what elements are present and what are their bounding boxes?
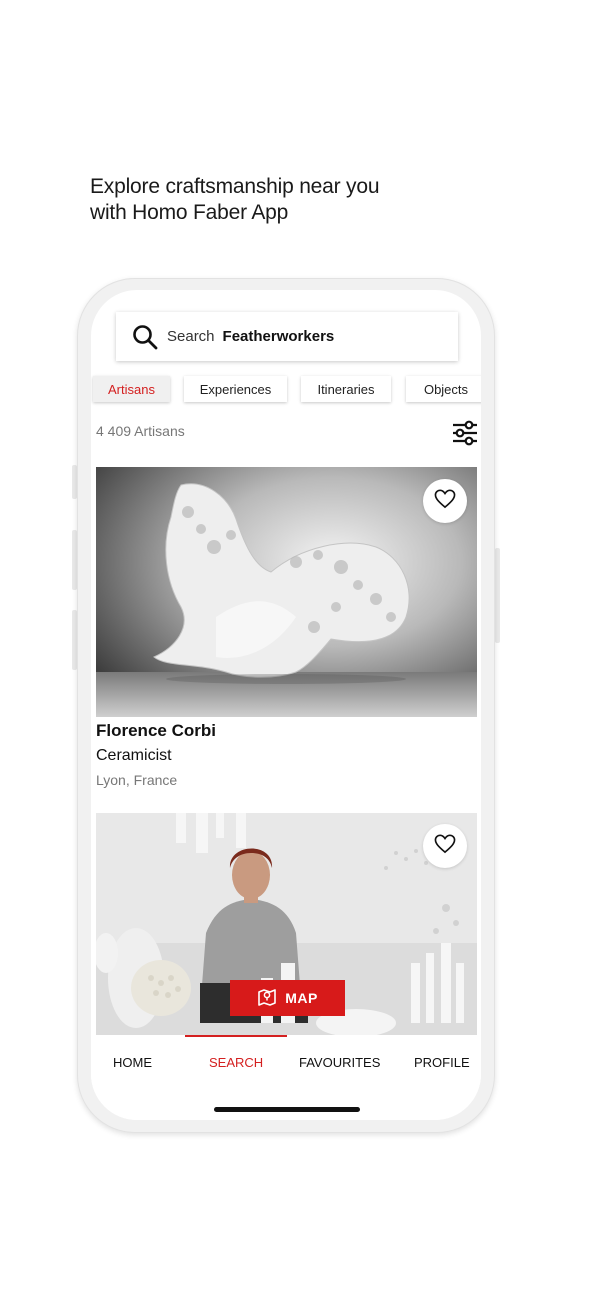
promo-headline: Explore craftsmanship near you with Homo… [90, 174, 410, 226]
artisan-craft: Ceramicist [96, 747, 172, 764]
bottom-navigation: HOME SEARCH FAVOURITES PROFILE [91, 1035, 481, 1120]
filter-icon[interactable] [451, 420, 479, 446]
nav-profile[interactable]: PROFILE [414, 1055, 470, 1070]
home-indicator[interactable] [214, 1107, 360, 1112]
tab-artisans[interactable]: Artisans [93, 376, 170, 402]
tab-experiences[interactable]: Experiences [184, 376, 287, 402]
category-tabs: Artisans Experiences Itineraries Objects [93, 376, 481, 402]
app-screen: Search Featherworkers Artisans Experienc… [91, 290, 481, 1120]
headline-line-1: Explore craftsmanship near you [90, 175, 380, 198]
map-pin-icon [257, 987, 285, 1010]
heart-icon [434, 489, 456, 514]
headline-line-2: with Homo Faber App [90, 201, 289, 224]
nav-favourites[interactable]: FAVOURITES [299, 1055, 380, 1070]
nav-home[interactable]: HOME [113, 1055, 152, 1070]
tab-itineraries[interactable]: Itineraries [301, 376, 391, 402]
phone-power-button [495, 548, 500, 643]
tab-objects[interactable]: Objects [406, 376, 481, 402]
search-query-value: Featherworkers [222, 328, 335, 345]
search-bar[interactable]: Search Featherworkers [116, 312, 458, 361]
favourite-button[interactable] [423, 479, 467, 523]
map-button[interactable]: MAP [230, 980, 345, 1016]
nav-active-indicator [185, 1035, 287, 1037]
map-button-label: MAP [285, 990, 318, 1006]
nav-search[interactable]: SEARCH [209, 1055, 263, 1070]
search-icon [132, 324, 158, 350]
favourite-button[interactable] [423, 824, 467, 868]
artisan-name[interactable]: Florence Corbi [96, 721, 216, 741]
heart-icon [434, 834, 456, 859]
search-prefix-label: Search [167, 328, 215, 345]
artisan-location: Lyon, France [96, 772, 178, 788]
artisan-card-image[interactable] [96, 467, 477, 717]
results-count: 4 409 Artisans [96, 423, 185, 439]
